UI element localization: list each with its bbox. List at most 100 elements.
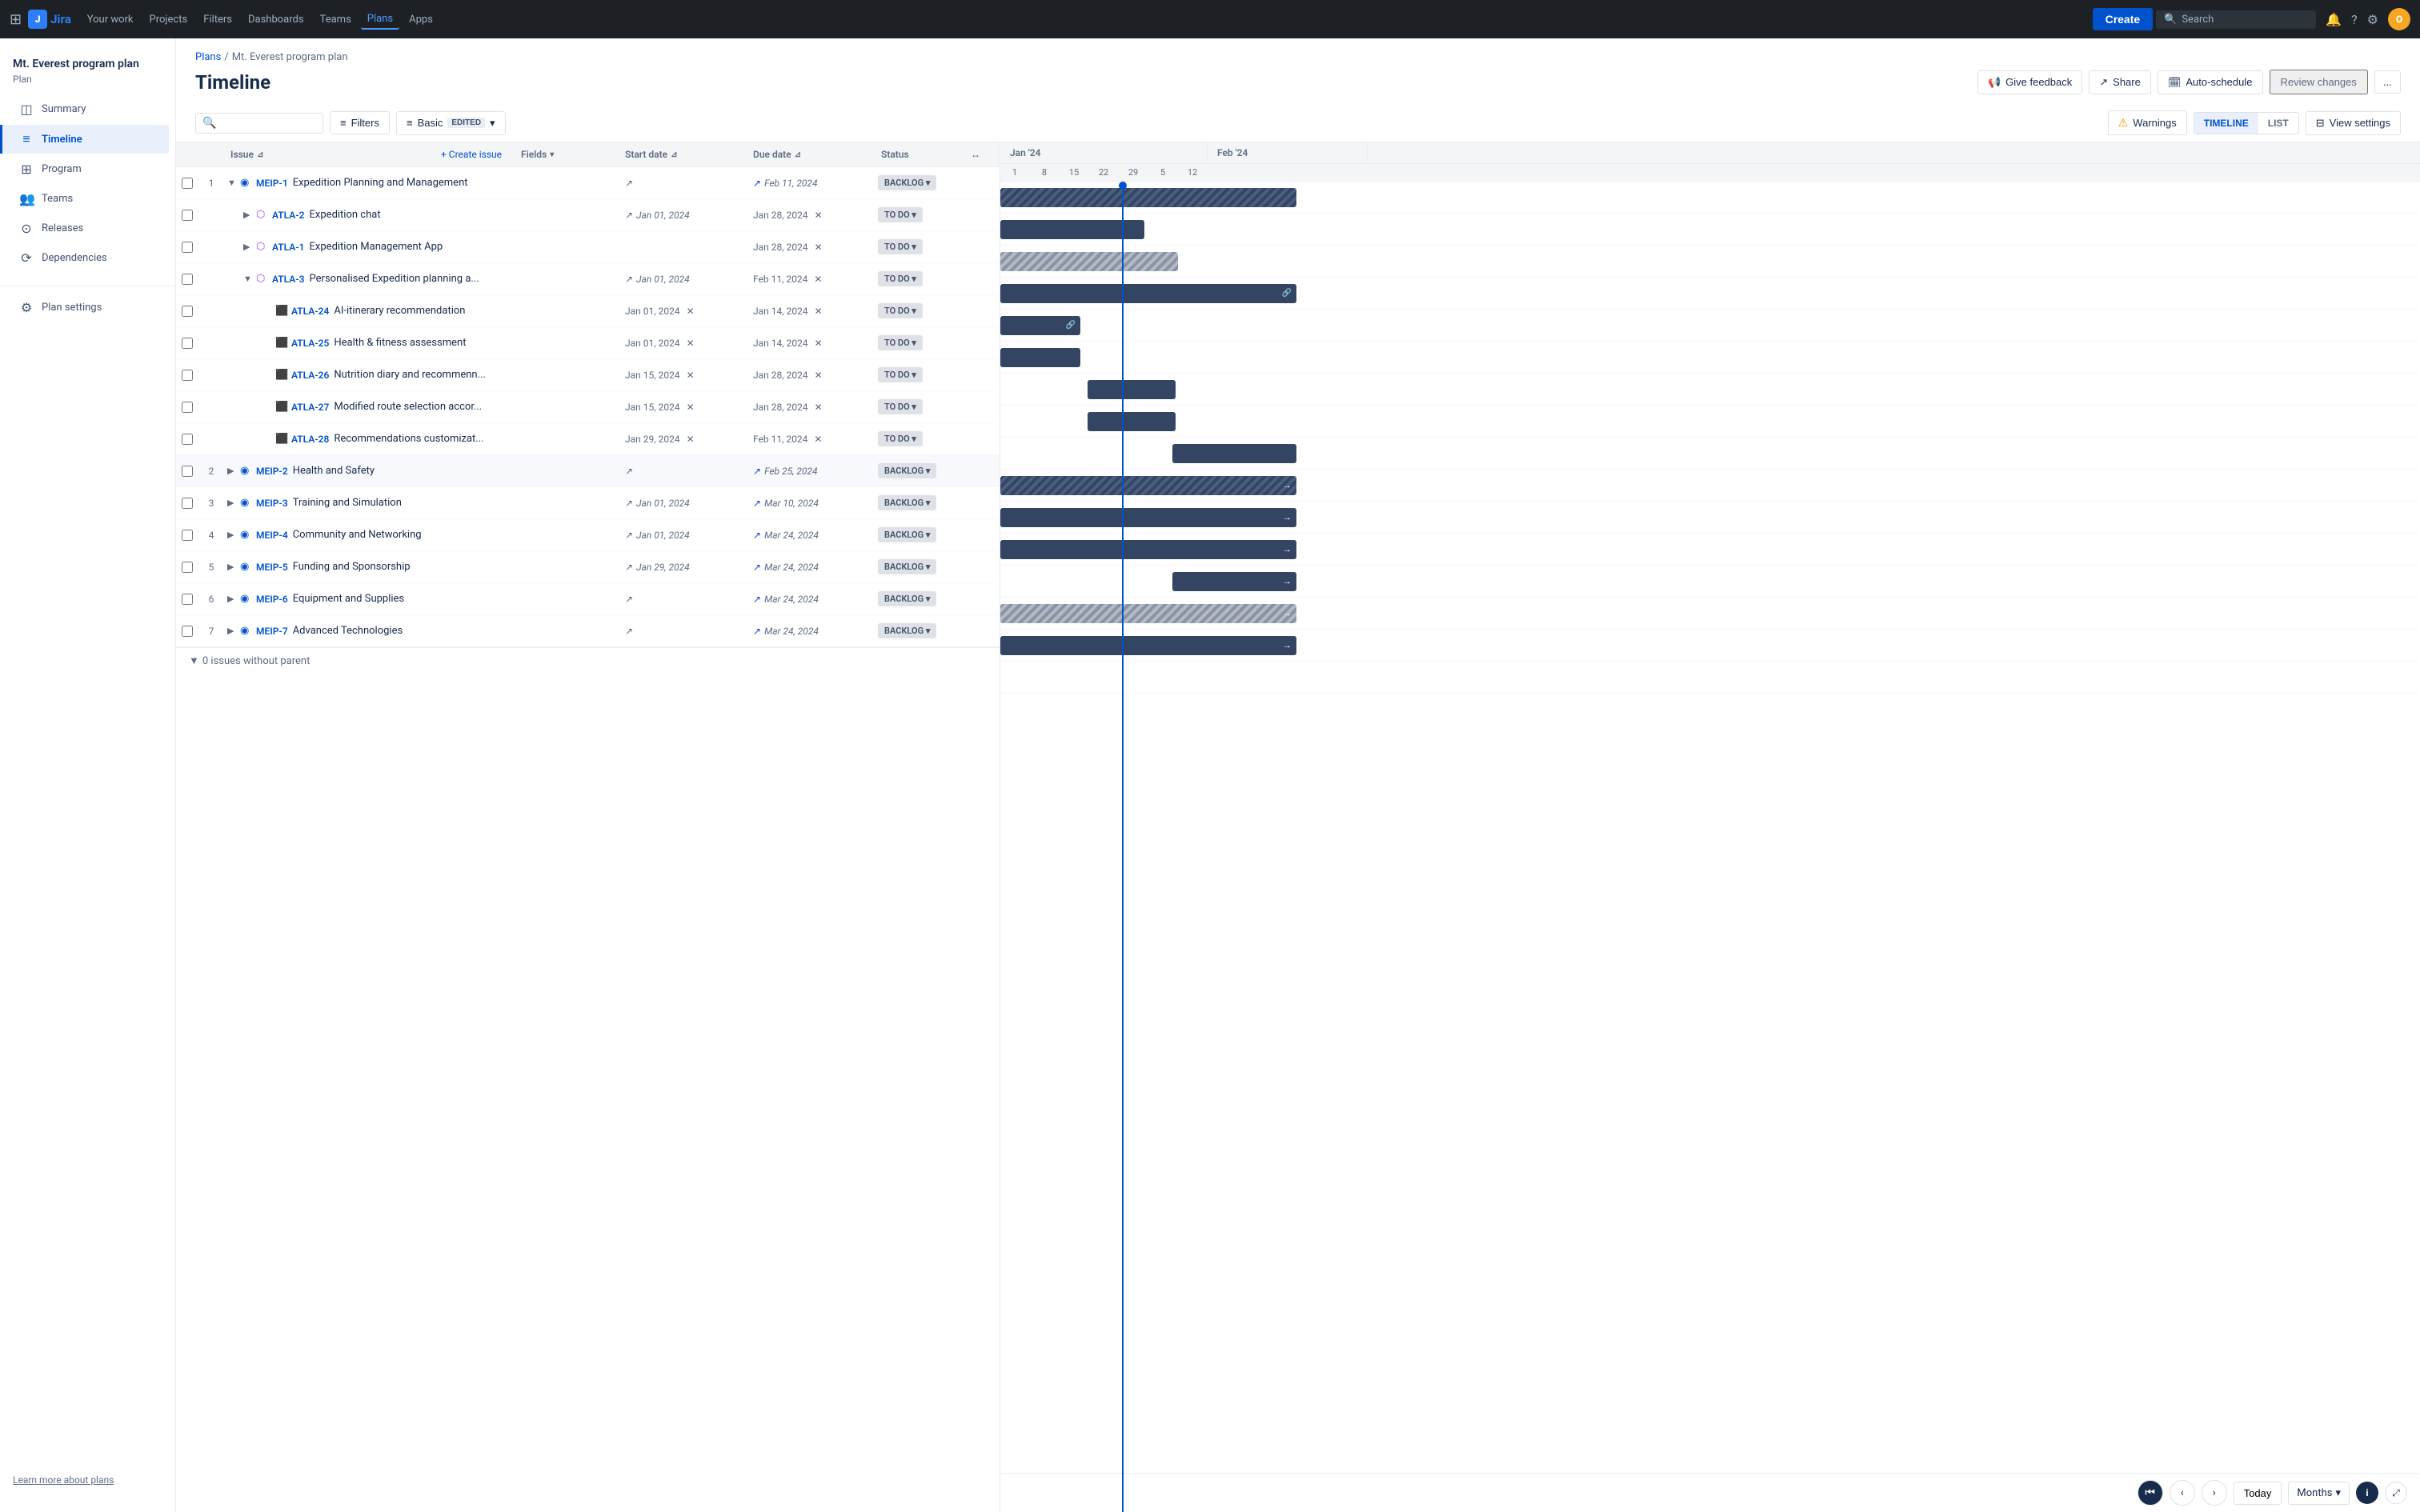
start-clear-7[interactable]: ✕ bbox=[687, 402, 695, 413]
status-badge-12[interactable]: BACKLOG ▾ bbox=[878, 559, 936, 574]
due-clear-3[interactable]: ✕ bbox=[814, 274, 822, 285]
status-badge-13[interactable]: BACKLOG ▾ bbox=[878, 591, 936, 606]
start-sort-icon[interactable]: ⊿ bbox=[671, 150, 677, 159]
row-checkbox-4[interactable] bbox=[176, 306, 198, 317]
row-checkbox-13[interactable] bbox=[176, 594, 198, 605]
gantt-bar-11[interactable]: → bbox=[1000, 540, 1296, 559]
today-button[interactable]: Today bbox=[2234, 1482, 2282, 1505]
row-key-6[interactable]: ATLA-26 bbox=[291, 370, 329, 381]
row-key-8[interactable]: ATLA-28 bbox=[291, 434, 329, 445]
status-badge-10[interactable]: BACKLOG ▾ bbox=[878, 495, 936, 510]
create-issue-button[interactable]: + Create issue bbox=[431, 142, 511, 166]
status-badge-14[interactable]: BACKLOG ▾ bbox=[878, 623, 936, 638]
gantt-bar-0[interactable] bbox=[1000, 188, 1296, 207]
gantt-nav-next-button[interactable]: › bbox=[2202, 1480, 2227, 1506]
status-badge-3[interactable]: TO DO ▾ bbox=[878, 271, 923, 286]
expand-button[interactable]: ⤢ bbox=[2385, 1482, 2407, 1504]
gantt-bar-7[interactable] bbox=[1088, 412, 1176, 431]
due-clear-2[interactable]: ✕ bbox=[815, 242, 823, 253]
help-icon[interactable]: ? bbox=[2351, 12, 2358, 27]
gantt-bar-3[interactable]: 🔗 bbox=[1000, 284, 1296, 303]
start-clear-8[interactable]: ✕ bbox=[687, 434, 695, 445]
nav-teams[interactable]: Teams bbox=[314, 10, 358, 29]
status-badge-11[interactable]: BACKLOG ▾ bbox=[878, 527, 936, 542]
gantt-nav-first-button[interactable]: ⏮ bbox=[2138, 1480, 2163, 1506]
row-checkbox-7[interactable] bbox=[176, 402, 198, 413]
due-clear-5[interactable]: ✕ bbox=[815, 338, 823, 349]
nav-dashboards[interactable]: Dashboards bbox=[242, 10, 311, 29]
row-key-10[interactable]: MEIP-3 bbox=[256, 498, 288, 509]
gantt-bar-2[interactable] bbox=[1000, 252, 1178, 271]
row-key-3[interactable]: ATLA-3 bbox=[272, 274, 305, 285]
row-key-11[interactable]: MEIP-4 bbox=[256, 530, 288, 541]
row-key-12[interactable]: MEIP-5 bbox=[256, 562, 288, 573]
row-checkbox-6[interactable] bbox=[176, 370, 198, 381]
start-clear-4[interactable]: ✕ bbox=[687, 306, 695, 317]
row-checkbox-14[interactable] bbox=[176, 626, 198, 637]
due-clear-4[interactable]: ✕ bbox=[815, 306, 823, 317]
row-checkbox-2[interactable] bbox=[176, 242, 198, 253]
status-badge-7[interactable]: TO DO ▾ bbox=[878, 399, 923, 414]
row-expand-11[interactable]: ▶ bbox=[227, 530, 240, 540]
due-clear-8[interactable]: ✕ bbox=[814, 434, 822, 445]
jira-logo[interactable]: J Jira bbox=[28, 10, 71, 29]
gantt-bar-4[interactable]: 🔗 bbox=[1000, 316, 1080, 335]
breadcrumb-plans[interactable]: Plans bbox=[195, 51, 221, 63]
row-expand-3[interactable]: ▼ bbox=[243, 274, 256, 284]
row-expand-12[interactable]: ▶ bbox=[227, 562, 240, 572]
nav-your-work[interactable]: Your work bbox=[81, 10, 140, 29]
row-checkbox-1[interactable] bbox=[176, 210, 198, 221]
row-checkbox-8[interactable] bbox=[176, 434, 198, 445]
row-checkbox-9[interactable] bbox=[176, 466, 198, 477]
row-key-13[interactable]: MEIP-6 bbox=[256, 594, 288, 605]
row-key-14[interactable]: MEIP-7 bbox=[256, 626, 288, 637]
issue-search-box[interactable]: 🔍 bbox=[195, 113, 323, 134]
row-key-9[interactable]: MEIP-2 bbox=[256, 466, 288, 477]
row-key-5[interactable]: ATLA-25 bbox=[291, 338, 329, 349]
start-clear-5[interactable]: ✕ bbox=[687, 338, 695, 349]
sidebar-item-dependencies[interactable]: ⟳ Dependencies bbox=[6, 244, 169, 272]
due-sort-icon[interactable]: ⊿ bbox=[795, 150, 801, 159]
gantt-bar-14[interactable]: → bbox=[1000, 636, 1296, 655]
row-expand-9[interactable]: ▶ bbox=[227, 466, 240, 476]
nav-filters[interactable]: Filters bbox=[197, 10, 238, 29]
row-key-0[interactable]: MEIP-1 bbox=[256, 178, 288, 189]
status-badge-0[interactable]: BACKLOG ▾ bbox=[878, 175, 936, 190]
info-button[interactable]: i bbox=[2356, 1482, 2378, 1504]
row-expand-10[interactable]: ▶ bbox=[227, 498, 240, 508]
row-checkbox-3[interactable] bbox=[176, 274, 198, 285]
more-options-button[interactable]: ... bbox=[2374, 70, 2401, 94]
due-clear-6[interactable]: ✕ bbox=[815, 370, 823, 381]
col-fields-header[interactable]: Fields ▾ bbox=[511, 142, 615, 166]
sidebar-item-timeline[interactable]: ≡ Timeline bbox=[0, 125, 169, 154]
row-key-4[interactable]: ATLA-24 bbox=[291, 306, 329, 317]
row-checkbox-0[interactable] bbox=[176, 178, 198, 189]
sidebar-item-program[interactable]: ⊞ Program bbox=[6, 155, 169, 183]
start-clear-6[interactable]: ✕ bbox=[687, 370, 695, 381]
gantt-bar-8[interactable] bbox=[1172, 444, 1296, 463]
issue-search-input[interactable] bbox=[221, 117, 316, 129]
sidebar-item-releases[interactable]: ⊙ Releases bbox=[6, 214, 169, 242]
view-settings-button[interactable]: ⊟ View settings bbox=[2306, 111, 2401, 135]
settings-icon[interactable]: ⚙ bbox=[2367, 12, 2378, 27]
status-badge-1[interactable]: TO DO ▾ bbox=[878, 207, 923, 222]
row-expand-13[interactable]: ▶ bbox=[227, 594, 240, 604]
issues-without-parent[interactable]: ▼ 0 issues without parent bbox=[176, 647, 1000, 674]
create-button[interactable]: Create bbox=[2093, 8, 2154, 30]
nav-projects[interactable]: Projects bbox=[143, 10, 194, 29]
warnings-button[interactable]: ⚠ Warnings bbox=[2108, 110, 2187, 135]
gantt-bar-5[interactable] bbox=[1000, 348, 1080, 367]
give-feedback-button[interactable]: 📢 Give feedback bbox=[1977, 70, 2082, 94]
learn-more-link[interactable]: Learn more about plans bbox=[13, 1474, 114, 1486]
row-expand-2[interactable]: ▶ bbox=[243, 242, 256, 252]
months-select[interactable]: Months ▾ bbox=[2288, 1482, 2350, 1505]
gantt-bar-9[interactable]: → bbox=[1000, 476, 1296, 495]
row-checkbox-5[interactable] bbox=[176, 338, 198, 349]
basic-filter-button[interactable]: ≡ Basic EDITED ▾ bbox=[396, 111, 506, 135]
gantt-bar-13[interactable]: → bbox=[1000, 604, 1296, 623]
sidebar-item-plan-settings[interactable]: ⚙ Plan settings bbox=[6, 294, 169, 322]
status-badge-2[interactable]: TO DO ▾ bbox=[878, 239, 923, 254]
notifications-icon[interactable]: 🔔 bbox=[2326, 12, 2342, 27]
gantt-bar-6[interactable] bbox=[1088, 380, 1176, 399]
issue-sort-icon[interactable]: ⊿ bbox=[257, 150, 263, 159]
